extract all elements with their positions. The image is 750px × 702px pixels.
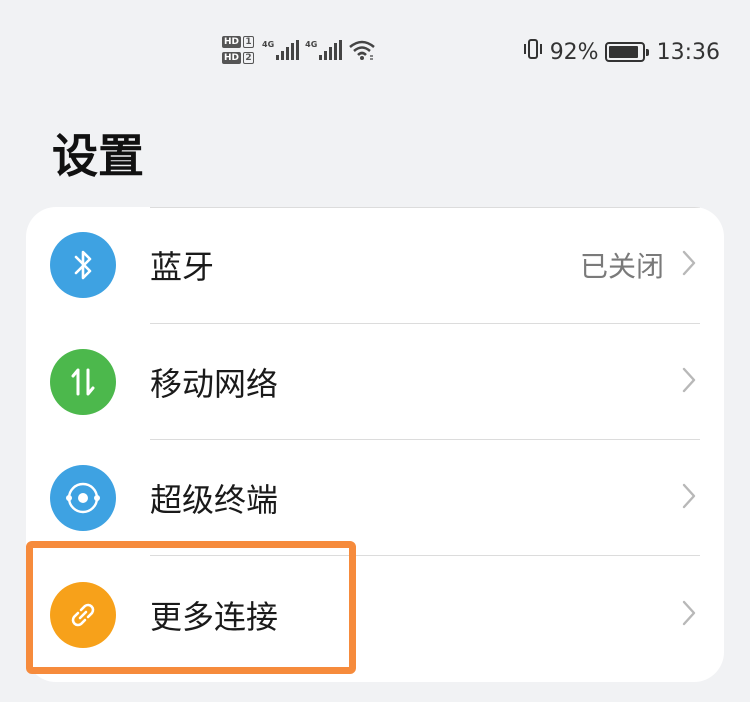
setting-status-bluetooth: 已关闭 bbox=[579, 250, 664, 283]
setting-label-mobile-network: 移动网络 bbox=[150, 365, 279, 403]
link-icon bbox=[50, 582, 116, 648]
network2-label: 4G bbox=[305, 40, 318, 49]
setting-row-more-connections[interactable]: 更多连接 bbox=[26, 557, 724, 673]
setting-row-mobile-network[interactable]: 移动网络 bbox=[26, 324, 724, 440]
vibrate-icon bbox=[522, 38, 544, 66]
chevron-right-icon bbox=[682, 367, 696, 397]
signal-group: HD 1 HD 2 4G 4G bbox=[222, 36, 376, 64]
right-status-area: 92% 13:36 bbox=[522, 38, 720, 66]
super-device-icon bbox=[50, 465, 116, 531]
battery-icon bbox=[604, 42, 649, 62]
setting-label-bluetooth: 蓝牙 bbox=[150, 248, 215, 286]
settings-card: 蓝牙 已关闭 移动网络 超级终端 更多连接 bbox=[26, 207, 724, 682]
setting-row-bluetooth[interactable]: 蓝牙 已关闭 bbox=[26, 207, 724, 323]
status-bar: HD 1 HD 2 4G 4G 92% 13:36 bbox=[0, 0, 750, 100]
hd-indicator: HD 1 HD 2 bbox=[222, 36, 255, 64]
chevron-right-icon bbox=[682, 600, 696, 630]
row-divider bbox=[150, 555, 700, 556]
bluetooth-icon bbox=[50, 232, 116, 298]
battery-percent: 92% bbox=[549, 39, 599, 65]
signal-icon: 4G bbox=[262, 40, 301, 60]
chevron-right-icon bbox=[682, 250, 696, 280]
hd-badge-1: HD bbox=[222, 36, 242, 48]
hd-badge-2: HD bbox=[222, 52, 242, 64]
mobile-data-icon bbox=[50, 349, 116, 415]
sim1-number: 1 bbox=[243, 36, 255, 48]
sim2-number: 2 bbox=[243, 52, 255, 64]
page-title: 设置 bbox=[52, 129, 144, 183]
signal-icon-2: 4G bbox=[305, 40, 344, 60]
clock-time: 13:36 bbox=[656, 39, 720, 65]
setting-row-super-device[interactable]: 超级终端 bbox=[26, 440, 724, 556]
chevron-right-icon bbox=[682, 483, 696, 513]
network1-label: 4G bbox=[262, 40, 275, 49]
wifi-icon bbox=[348, 39, 376, 61]
setting-label-super-device: 超级终端 bbox=[150, 481, 279, 519]
battery-fill bbox=[608, 46, 639, 58]
setting-label-more-connections: 更多连接 bbox=[150, 598, 279, 636]
